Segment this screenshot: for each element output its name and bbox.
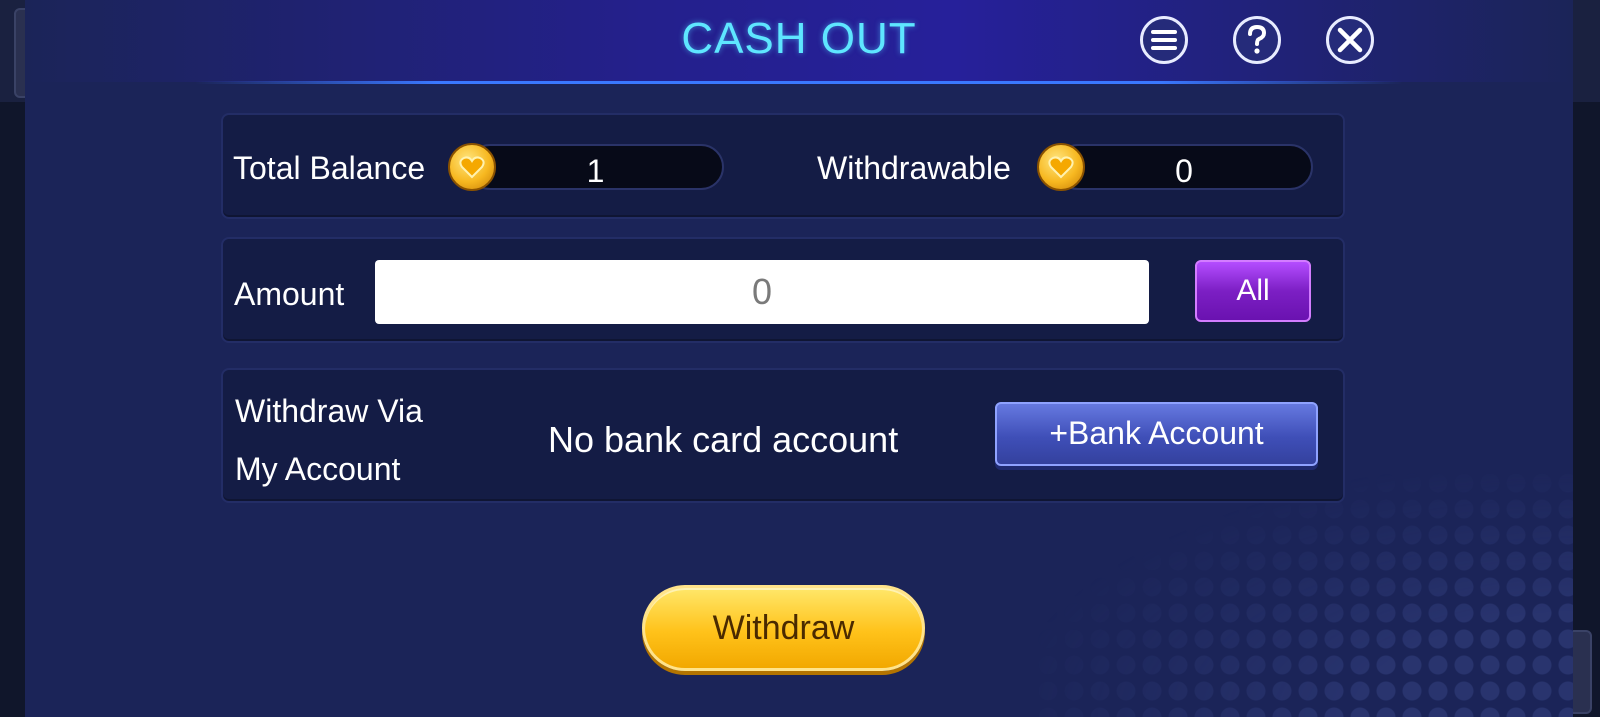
amount-label: Amount [234, 276, 345, 312]
help-button[interactable] [1233, 16, 1281, 64]
my-account-label: My Account [235, 451, 401, 487]
amount-input[interactable] [375, 260, 1149, 324]
question-icon [1245, 25, 1269, 55]
cash-out-dialog: CASH OUT Total Balance 1 Withdrawable 0 … [25, 0, 1573, 717]
withdrawable-label: Withdrawable [817, 150, 1011, 186]
withdraw-via-label: Withdraw Via [235, 393, 423, 429]
bank-status-text: No bank card account [548, 419, 899, 460]
menu-button[interactable] [1140, 16, 1188, 64]
withdraw-button[interactable]: Withdraw [642, 585, 925, 671]
close-icon [1337, 27, 1363, 53]
close-button[interactable] [1326, 16, 1374, 64]
coin-heart-icon [448, 143, 496, 191]
header-divider [195, 81, 1403, 84]
all-button[interactable]: All [1195, 260, 1311, 322]
menu-icon [1151, 29, 1177, 51]
total-balance-label: Total Balance [233, 150, 426, 186]
decorative-dot-pattern [1035, 470, 1573, 717]
coin-heart-icon [1037, 143, 1085, 191]
withdrawable-value: 0 [1175, 153, 1193, 189]
add-bank-account-button[interactable]: +Bank Account [995, 402, 1318, 466]
total-balance-value: 1 [586, 153, 605, 189]
total-balance-display: 1 [467, 144, 724, 190]
withdrawable-display: 0 [1055, 144, 1313, 190]
